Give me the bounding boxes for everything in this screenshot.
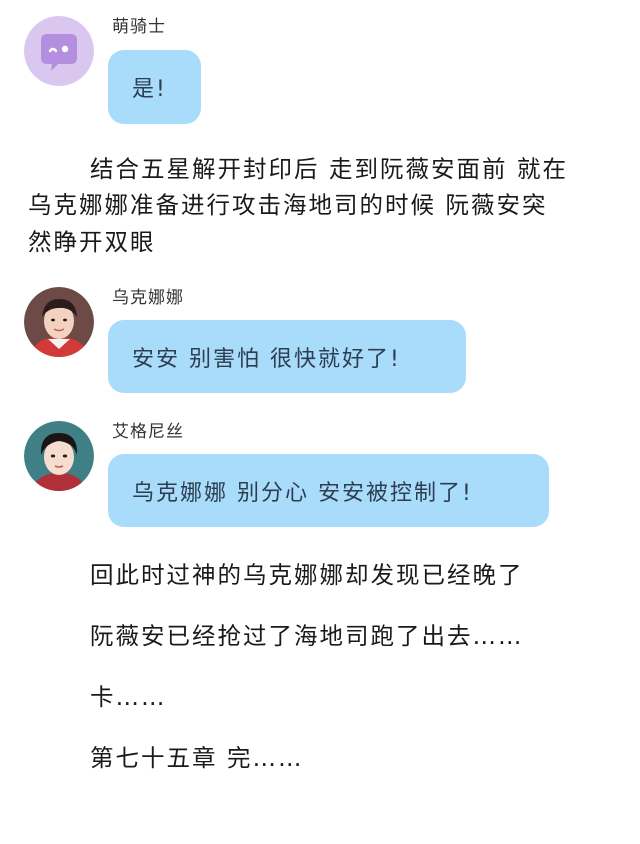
- message-bubble[interactable]: 安安 别害怕 很快就好了!: [108, 320, 466, 393]
- narration-line: 乌克娜娜准备进行攻击海地司的时候 阮薇安突: [28, 191, 548, 219]
- chat-page: 萌骑士 是! 结合五星解开封印后 走到阮薇安面前 就在 乌克娜娜准备进行攻击海地…: [0, 0, 640, 844]
- portrait-photo: [24, 421, 94, 491]
- narration-line: 结合五星解开封印后 走到阮薇安面前 就在: [90, 155, 568, 183]
- sender-name: 萌骑士: [112, 17, 166, 37]
- message-bubble[interactable]: 乌克娜娜 别分心 安安被控制了!: [108, 454, 549, 527]
- portrait-photo: [24, 287, 94, 357]
- narration-line: 阮薇安已经抢过了海地司跑了出去……: [90, 622, 524, 650]
- narration-line: 卡……: [90, 683, 167, 711]
- avatar-mengqishi[interactable]: [24, 16, 94, 86]
- sender-name: 乌克娜娜: [112, 288, 184, 308]
- chapter-end-line: 第七十五章 完……: [90, 744, 304, 772]
- sender-name: 艾格尼丝: [112, 422, 184, 442]
- message-bubble[interactable]: 是!: [108, 50, 201, 124]
- narration-line: 然睁开双眼: [28, 228, 156, 256]
- cartoon-chat-icon: [24, 16, 94, 86]
- avatar-wukenana[interactable]: [24, 287, 94, 357]
- avatar-aigenisi[interactable]: [24, 421, 94, 491]
- narration-line: 回此时过神的乌克娜娜却发现已经晚了: [90, 561, 524, 589]
